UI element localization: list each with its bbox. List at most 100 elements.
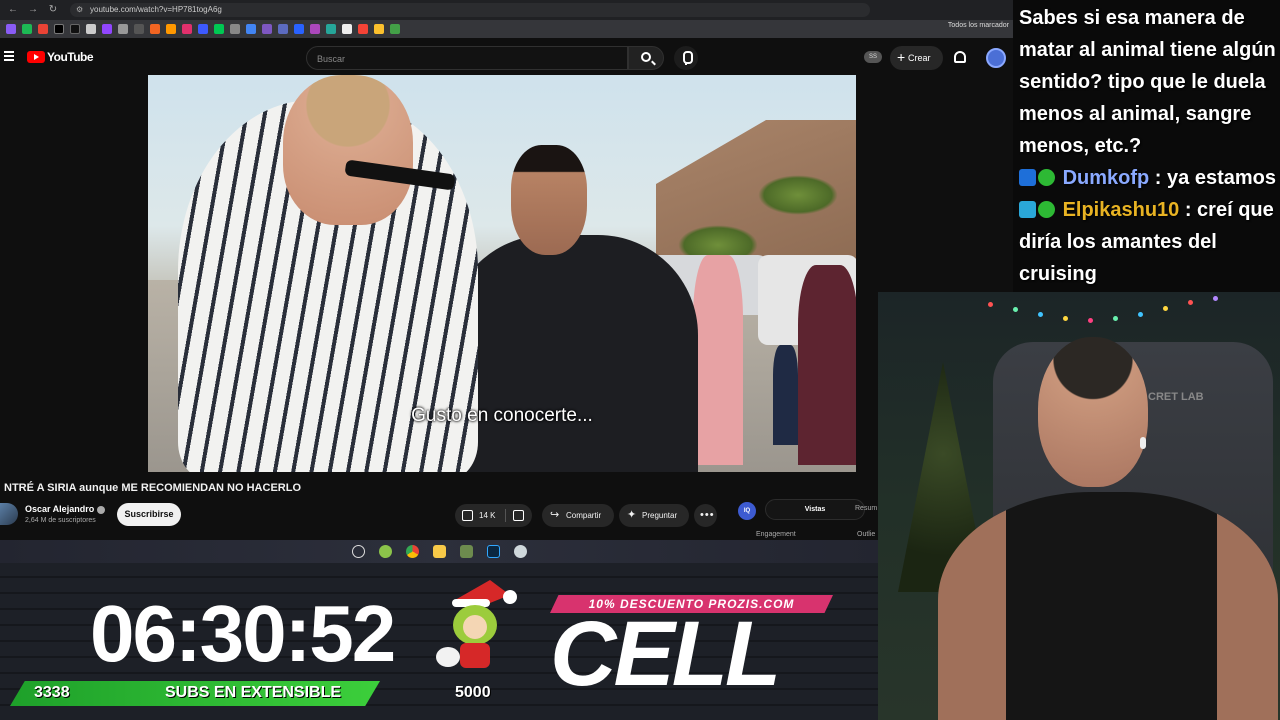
verified-icon (97, 505, 106, 514)
subscriber-count: 2,64 M de suscriptores (25, 517, 96, 524)
bookmark-icon[interactable] (214, 24, 224, 34)
light-dot (1138, 312, 1143, 317)
more-actions-button[interactable]: ••• (694, 504, 717, 527)
tab-vistas[interactable]: Vistas (765, 499, 865, 520)
light-dot (1013, 307, 1018, 312)
more-icon: ••• (700, 509, 715, 521)
bookmark-icon[interactable] (6, 24, 16, 34)
bookmark-icon[interactable] (374, 24, 384, 34)
like-count[interactable]: 14 K (479, 504, 495, 527)
bookmark-icon[interactable] (22, 24, 32, 34)
like-icon[interactable] (462, 510, 473, 521)
chat-badge-icon (1019, 169, 1036, 186)
webcam-streamer-head (1038, 337, 1148, 487)
taskbar-app-icon[interactable] (513, 545, 527, 558)
taskbar-photoshop-icon[interactable] (486, 545, 500, 558)
notifications-icon[interactable] (954, 51, 966, 63)
bookmark-icon[interactable] (150, 24, 160, 34)
video-palm (758, 175, 838, 215)
bookmark-icon[interactable] (262, 24, 272, 34)
chat-panel: Sabes si esa manera de matar al animal t… (1013, 0, 1280, 292)
bookmark-icon[interactable] (134, 24, 144, 34)
back-icon[interactable]: ← (6, 3, 20, 17)
ask-label: Preguntar (642, 511, 678, 520)
video-person (798, 265, 856, 465)
bookmark-icon[interactable] (310, 24, 320, 34)
stream-layout: ← → ↻ ⌂ ⚙ youtube.com/watch?v=HP781togA6… (0, 0, 1280, 720)
bookmark-icon[interactable] (326, 24, 336, 34)
bookmark-icon[interactable] (390, 24, 400, 34)
ask-button[interactable]: ✦ Preguntar (619, 504, 689, 527)
bookmark-icon[interactable] (230, 24, 240, 34)
mascot-character-image (430, 575, 530, 675)
share-button[interactable]: ↪ Compartir (542, 504, 614, 527)
bookmarks-bar (0, 20, 1013, 38)
avatar[interactable] (986, 48, 1006, 68)
sparkle-icon: ✦ (627, 509, 637, 521)
search-input[interactable]: Buscar (306, 46, 628, 70)
engagement-label: Engagement (756, 531, 796, 538)
chat-username[interactable]: Elpikashu10 (1063, 199, 1180, 221)
browser-toolbar: ← → ↻ ⌂ ⚙ youtube.com/watch?v=HP781togA6… (0, 0, 1013, 20)
channel-name-text[interactable]: Oscar Alejandro (25, 504, 94, 514)
brand-logo: CELL (550, 603, 781, 705)
bookmark-icon[interactable] (278, 24, 288, 34)
chat-username[interactable]: Dumkofp (1063, 167, 1150, 189)
address-bar[interactable]: ⚙ youtube.com/watch?v=HP781togA6g (70, 3, 870, 17)
forward-icon[interactable]: → (26, 3, 40, 17)
bookmark-icon[interactable] (166, 24, 176, 34)
search-button[interactable] (628, 46, 664, 70)
bookmark-icon[interactable] (70, 24, 80, 34)
taskbar-chrome-icon[interactable] (405, 545, 419, 558)
video-person (693, 255, 743, 465)
like-divider (505, 509, 506, 522)
light-dot (1063, 316, 1068, 321)
bookmark-icon[interactable] (54, 24, 64, 34)
extension-badge-icon[interactable]: IQ (738, 502, 756, 520)
light-dot (1188, 300, 1193, 305)
all-bookmarks-folder[interactable]: Todos los marcador (948, 22, 1009, 29)
subscribe-button[interactable]: Suscribirse (117, 503, 181, 526)
bookmark-icon[interactable] (118, 24, 128, 34)
subs-goal: 5000 (455, 684, 491, 701)
reload-icon[interactable]: ↻ (46, 3, 60, 17)
light-dot (988, 302, 993, 307)
bookmark-icon[interactable] (294, 24, 304, 34)
site-info-icon[interactable]: ⚙ (76, 3, 83, 17)
chair-brand-logo: CRET LAB (1148, 391, 1204, 403)
bookmark-icon[interactable] (198, 24, 208, 34)
chat-message: Elpikashu10 : creí que diría los amantes… (1019, 194, 1276, 290)
account-badge[interactable]: SS (864, 51, 882, 63)
bookmark-icon[interactable] (86, 24, 96, 34)
taskbar-app-icon[interactable] (378, 545, 392, 558)
light-dot (1113, 316, 1118, 321)
bookmark-icon[interactable] (102, 24, 112, 34)
video-subtitle: Gusto en conocerte... (411, 405, 593, 426)
bookmark-icon[interactable] (38, 24, 48, 34)
video-man-center-head (511, 145, 587, 255)
channel-name[interactable]: Oscar Alejandro (25, 504, 106, 514)
light-dot (1213, 296, 1218, 301)
menu-icon[interactable] (4, 51, 14, 61)
bookmark-icon[interactable] (182, 24, 192, 34)
subs-label: SUBS EN EXTENSIBLE (165, 684, 342, 701)
taskbar-steam-icon[interactable] (351, 545, 365, 558)
video-player[interactable]: Gusto en conocerte... (148, 75, 856, 472)
dislike-icon[interactable] (513, 510, 524, 521)
chat-badge-icon (1038, 169, 1055, 186)
earbud-icon (1140, 437, 1146, 449)
tab-resumen[interactable]: Resum (855, 505, 877, 512)
video-man-left-head (283, 75, 413, 225)
video-title: NTRÉ A SIRIA aunque ME RECOMIENDAN NO HA… (4, 482, 302, 494)
voice-search-icon[interactable] (674, 46, 698, 70)
share-icon: ↪ (550, 509, 560, 521)
bookmark-icon[interactable] (246, 24, 256, 34)
create-button[interactable]: Crear (890, 46, 943, 70)
youtube-logo-text[interactable]: YouTube (47, 50, 94, 64)
taskbar-folder-icon[interactable] (432, 545, 446, 558)
channel-avatar[interactable] (0, 503, 18, 525)
bookmark-icon[interactable] (358, 24, 368, 34)
bookmark-icon[interactable] (342, 24, 352, 34)
youtube-logo-icon[interactable] (27, 51, 45, 63)
taskbar-minecraft-icon[interactable] (459, 545, 473, 558)
